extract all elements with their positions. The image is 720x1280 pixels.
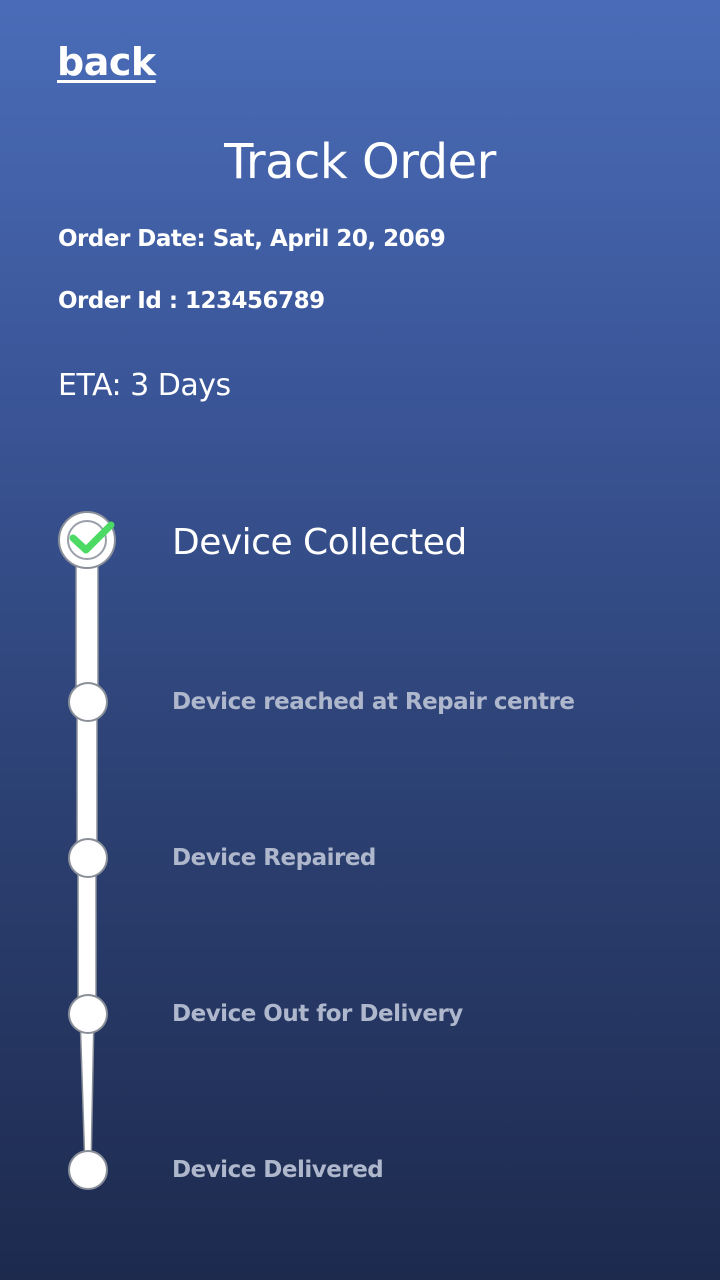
eta-text: ETA: 3 Days: [58, 368, 231, 403]
check-icon: [69, 521, 115, 554]
step-4-label: Device Out for Delivery: [172, 1001, 463, 1027]
step-2-node: [68, 682, 108, 722]
step-5-label: Device Delivered: [172, 1157, 384, 1183]
step-4-node: [68, 994, 108, 1034]
order-date: Order Date: Sat, April 20, 2069: [58, 226, 446, 252]
timeline-track: [58, 511, 116, 1190]
step-1-label: Device Collected: [172, 522, 467, 563]
page-title: Track Order: [224, 134, 496, 190]
order-timeline: [0, 0, 720, 1280]
step-5-node: [68, 1150, 108, 1190]
step-2-label: Device reached at Repair centre: [172, 689, 575, 715]
step-1-node: [58, 511, 116, 569]
step-3-label: Device Repaired: [172, 845, 376, 871]
back-link[interactable]: back: [57, 40, 156, 84]
timeline-line: [75, 554, 99, 1171]
step-3-node: [68, 838, 108, 878]
order-id: Order Id : 123456789: [58, 288, 325, 314]
